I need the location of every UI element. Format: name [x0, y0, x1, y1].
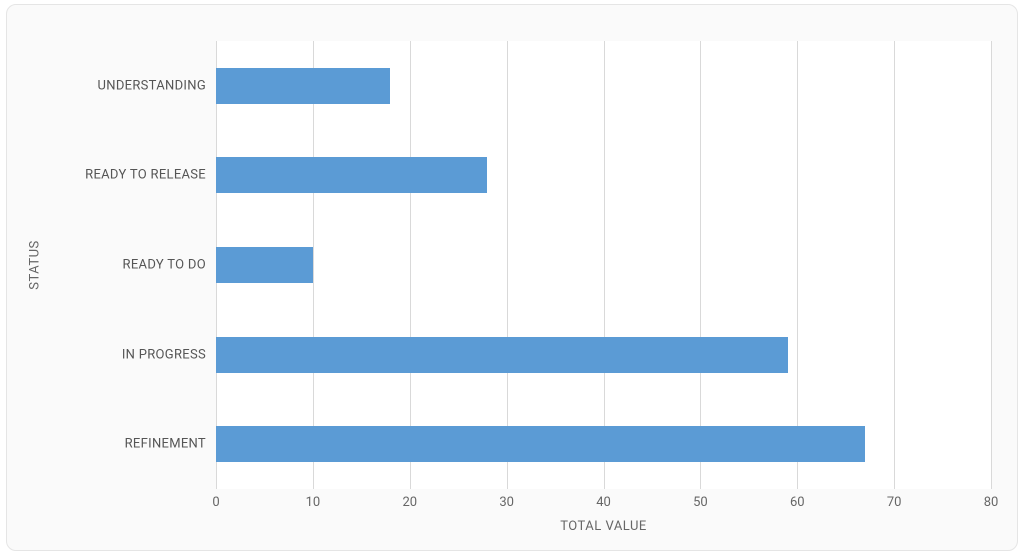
x-tick-label: 40 [596, 495, 611, 510]
y-tick-label: UNDERSTANDING [98, 78, 206, 93]
x-tick-label: 20 [402, 495, 417, 510]
y-tick-label: REFINEMENT [125, 437, 206, 452]
bar [216, 68, 390, 104]
x-tick-label: 70 [887, 495, 902, 510]
gridline [797, 41, 798, 489]
x-tick-label: 30 [499, 495, 514, 510]
gridline [313, 41, 314, 489]
bar [216, 247, 313, 283]
y-tick-label: READY TO RELEASE [85, 168, 206, 183]
y-tick-label: IN PROGRESS [122, 347, 206, 362]
x-tick-label: 60 [790, 495, 805, 510]
gridline [700, 41, 701, 489]
gridline [991, 41, 992, 489]
gridline [410, 41, 411, 489]
chart-plot-area: 01020304050607080UNDERSTANDINGREADY TO R… [216, 41, 991, 489]
gridline [894, 41, 895, 489]
y-tick-label: READY TO DO [123, 258, 206, 273]
x-tick-label: 0 [212, 495, 219, 510]
x-tick-label: 10 [306, 495, 321, 510]
bar [216, 337, 788, 373]
gridline [604, 41, 605, 489]
gridline [507, 41, 508, 489]
chart-card: STATUS 01020304050607080UNDERSTANDINGREA… [6, 4, 1018, 551]
bar [216, 157, 487, 193]
bar [216, 426, 865, 462]
x-axis-label: TOTAL VALUE [216, 519, 991, 534]
x-tick-label: 80 [984, 495, 999, 510]
x-tick-label: 50 [693, 495, 708, 510]
y-axis-label: STATUS [28, 240, 43, 290]
